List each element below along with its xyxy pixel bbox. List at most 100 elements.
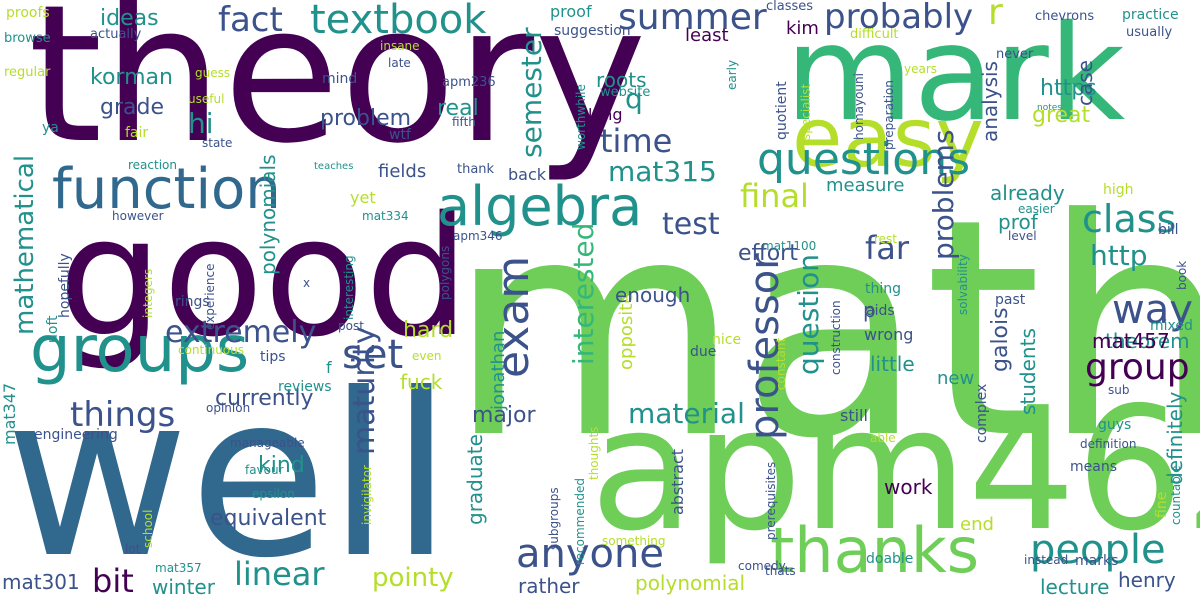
word-kim: kim bbox=[786, 18, 819, 39]
word-wtf: wtf bbox=[389, 127, 411, 143]
word-fine: fine bbox=[1154, 491, 1170, 518]
word-construction: construction bbox=[829, 300, 843, 375]
word-hard: hard bbox=[403, 318, 454, 343]
word-equivalent: equivalent bbox=[210, 506, 327, 531]
word-preparation: preparation bbox=[882, 80, 896, 150]
word-engineering: engineering bbox=[34, 427, 118, 443]
word-teaches: teaches bbox=[314, 161, 354, 172]
word-school: school bbox=[141, 509, 155, 548]
word-least: least bbox=[685, 25, 729, 46]
word-jonathan: jonathan bbox=[488, 330, 509, 410]
word-easier: easier bbox=[1018, 202, 1055, 216]
word-manageable: manageable bbox=[230, 436, 305, 450]
word-lot: lot bbox=[125, 542, 141, 556]
word-level: level bbox=[1008, 229, 1037, 243]
word-instead: instead bbox=[1024, 553, 1069, 567]
word-apm236: apm236 bbox=[442, 75, 496, 90]
word-thing: thing bbox=[865, 281, 902, 297]
word-due: due bbox=[690, 344, 717, 360]
word-probably: probably bbox=[824, 0, 974, 37]
word-thoughts: thoughts bbox=[587, 426, 601, 480]
word-bit: bit bbox=[92, 562, 134, 600]
word-able: able bbox=[870, 431, 896, 445]
word-reviews: reviews bbox=[278, 379, 332, 395]
word-p: p bbox=[863, 298, 876, 322]
word-yet: yet bbox=[350, 188, 376, 207]
word-solvability: solvability bbox=[956, 254, 970, 315]
word-bill: bill bbox=[1158, 222, 1179, 238]
word-past: past bbox=[995, 292, 1026, 308]
word-korman: korman bbox=[90, 65, 173, 90]
word-early: early bbox=[725, 59, 739, 90]
word-mat334: mat334 bbox=[362, 209, 409, 223]
word-mixed: mixed bbox=[1150, 318, 1193, 334]
word-even: even bbox=[412, 349, 442, 363]
word-already: already bbox=[990, 181, 1065, 205]
word-final: final bbox=[740, 177, 809, 215]
word-experience: experience bbox=[203, 263, 217, 330]
word-mat301: mat301 bbox=[2, 570, 80, 594]
word-sub: sub bbox=[1108, 383, 1130, 397]
word-never: never bbox=[996, 47, 1034, 62]
word-mind: mind bbox=[322, 71, 358, 87]
word-winter: winter bbox=[152, 575, 215, 599]
word-guess: guess bbox=[195, 66, 231, 80]
word-opinion: opinion bbox=[206, 401, 251, 415]
word-practice: practice bbox=[1122, 7, 1179, 23]
word-constant: constant bbox=[774, 337, 788, 390]
word-fuck: fuck bbox=[400, 370, 443, 394]
word-regular: regular bbox=[4, 65, 51, 80]
word-maturity: maturity bbox=[347, 326, 382, 455]
word-time: time bbox=[600, 122, 673, 160]
word-end: end bbox=[960, 514, 994, 535]
word-invigilator: invigilator bbox=[360, 465, 374, 525]
word-worthwhile: worthwhile bbox=[574, 84, 588, 150]
word-fact: fact bbox=[218, 0, 283, 40]
word-case: case bbox=[1073, 60, 1097, 106]
word-wrong: wrong bbox=[864, 325, 914, 344]
word-algebra: algebra bbox=[437, 175, 643, 238]
word-ya: ya bbox=[42, 120, 59, 136]
word-reaction: reaction bbox=[128, 158, 177, 172]
word-linear: linear bbox=[234, 555, 325, 593]
word-x: x bbox=[303, 276, 311, 290]
word-material: material bbox=[628, 397, 745, 430]
word-little: little bbox=[870, 352, 915, 376]
word-textbook: textbook bbox=[310, 0, 487, 43]
word-recommended: recommended bbox=[573, 478, 587, 565]
word-rather: rather bbox=[518, 574, 580, 598]
word-countable: countable bbox=[1169, 465, 1183, 525]
word-mat357: mat357 bbox=[155, 561, 202, 575]
word-epsilon: epsilon bbox=[252, 487, 295, 501]
word-mat1100: mat1100 bbox=[762, 239, 817, 253]
word-enough: enough bbox=[615, 283, 691, 307]
word-mat347: mat347 bbox=[0, 382, 19, 445]
word-specialist: specialist bbox=[799, 83, 813, 140]
word-back: back bbox=[508, 165, 547, 184]
word-analysis: analysis bbox=[978, 61, 1002, 142]
word-new: new bbox=[937, 368, 975, 389]
word-useful: useful bbox=[188, 92, 225, 106]
word-thank: thank bbox=[457, 162, 495, 177]
word-complex: complex bbox=[974, 383, 990, 443]
word-http: http bbox=[1090, 239, 1148, 272]
word-however: however bbox=[112, 209, 164, 223]
word-difficult: difficult bbox=[850, 27, 899, 42]
word-fifth: fifth bbox=[452, 115, 476, 129]
word-grade: grade bbox=[100, 95, 164, 120]
word-subgroups: subgroups bbox=[547, 487, 561, 550]
word-students: students bbox=[1016, 328, 1040, 415]
word-long: long bbox=[588, 105, 623, 124]
word-problems: problems bbox=[927, 129, 960, 260]
word-measure: measure bbox=[826, 175, 905, 196]
word-mat457: mat457 bbox=[1092, 329, 1170, 353]
word-fields: fields bbox=[378, 161, 427, 182]
word-state: state bbox=[202, 136, 233, 150]
word-henry: henry bbox=[1118, 568, 1176, 592]
word-abstract: abstract bbox=[668, 448, 687, 515]
word-browse: browse bbox=[4, 31, 51, 46]
word-years: years bbox=[904, 62, 938, 76]
word-f: f bbox=[326, 358, 332, 377]
word-pointy: pointy bbox=[372, 563, 454, 593]
word-favour: favour bbox=[245, 463, 284, 477]
